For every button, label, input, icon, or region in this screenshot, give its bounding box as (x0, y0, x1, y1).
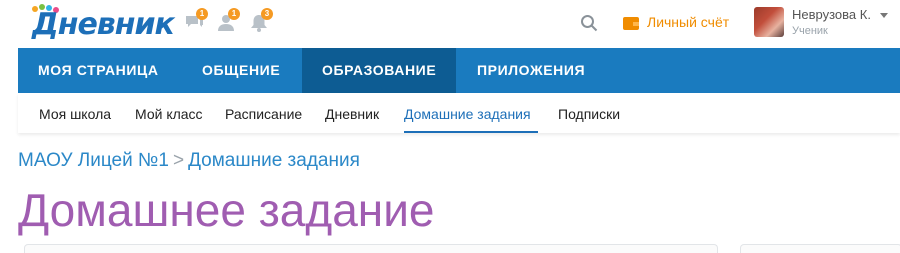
search-icon[interactable] (580, 14, 598, 32)
user-avatar[interactable] (754, 7, 784, 37)
events-notification[interactable]: 3 (249, 8, 273, 32)
main-nav-my-page[interactable]: МОЯ СТРАНИЦА (18, 48, 179, 93)
breadcrumb-school[interactable]: МАОУ Лицей №1 (18, 150, 169, 171)
user-name[interactable]: Неврузова К. (792, 7, 871, 22)
side-panel (740, 244, 900, 253)
breadcrumb-separator: > (172, 150, 185, 171)
sub-nav-homework[interactable]: Домашние задания (404, 93, 531, 133)
breadcrumb: МАОУ Лицей №1 > Домашние задания (18, 150, 360, 172)
active-tab-underline (404, 131, 538, 133)
friends-badge: 1 (228, 8, 240, 20)
content-panel (24, 244, 718, 253)
messages-badge: 1 (196, 8, 208, 20)
main-nav-communication[interactable]: ОБЩЕНИЕ (182, 48, 300, 93)
main-nav-education[interactable]: ОБРАЗОВАНИЕ (302, 48, 457, 93)
friends-notification[interactable]: 1 (216, 8, 240, 32)
sub-nav-subscriptions[interactable]: Подписки (558, 93, 620, 133)
page-title: Домашнее задание (18, 184, 435, 236)
logo-text: Дневник (32, 7, 175, 42)
main-nav-apps[interactable]: ПРИЛОЖЕНИЯ (457, 48, 605, 93)
top-header: Дневник 1 1 3 Личный счёт Неврузова К. У… (0, 0, 900, 48)
chevron-down-icon[interactable] (880, 13, 888, 18)
personal-account-link[interactable]: Личный счёт (647, 14, 729, 30)
main-nav: МОЯ СТРАНИЦА ОБЩЕНИЕ ОБРАЗОВАНИЕ ПРИЛОЖЕ… (18, 48, 900, 93)
sub-nav-schedule[interactable]: Расписание (225, 93, 302, 133)
sub-nav-my-school[interactable]: Моя школа (39, 93, 111, 133)
sub-nav: Моя школа Мой класс Расписание Дневник Д… (18, 93, 900, 133)
breadcrumb-homework[interactable]: Домашние задания (188, 150, 360, 171)
wallet-icon (623, 17, 639, 30)
user-role: Ученик (792, 25, 828, 37)
sub-nav-my-class[interactable]: Мой класс (135, 93, 203, 133)
messages-notification[interactable]: 1 (184, 8, 208, 32)
events-badge: 3 (261, 8, 273, 20)
sub-nav-diary[interactable]: Дневник (325, 93, 379, 133)
